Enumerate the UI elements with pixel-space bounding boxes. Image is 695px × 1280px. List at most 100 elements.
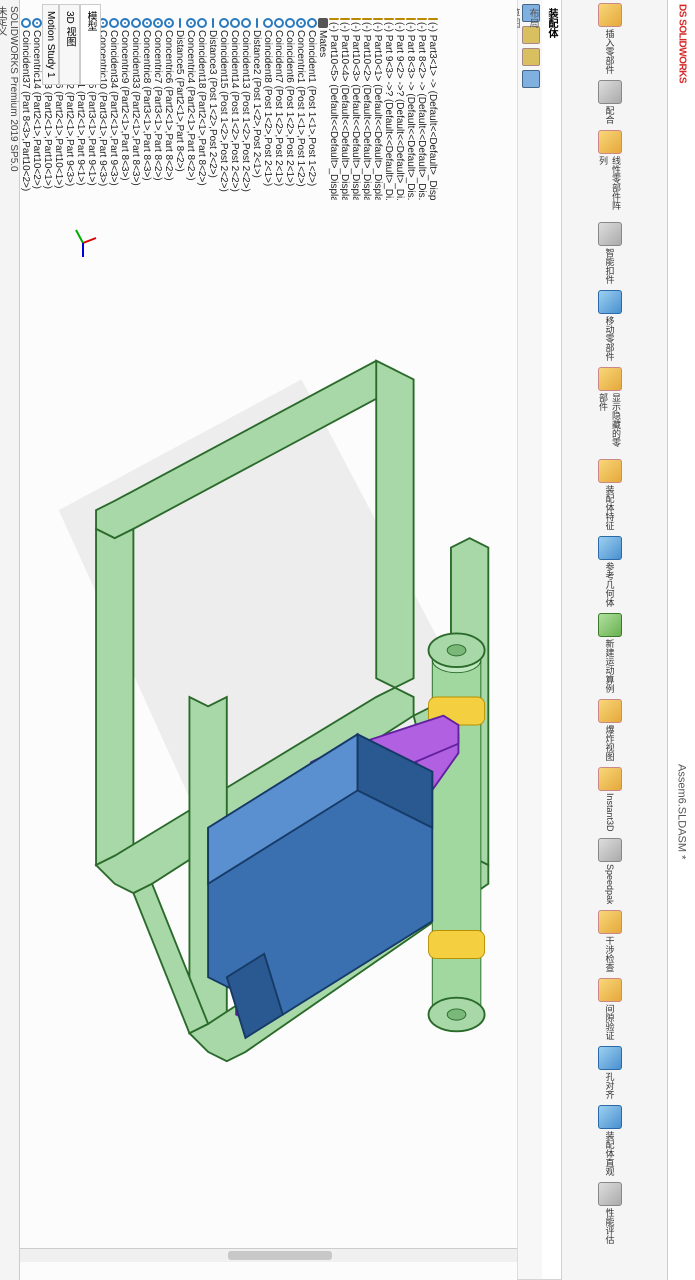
tree-item[interactable]: (-) Part10<2> (Default<<Default>_Display… — [361, 0, 372, 200]
tree-item[interactable]: (-) Part10<4> (Default<<Default>_Display… — [339, 0, 350, 200]
tree-item[interactable]: Distance2 (Post 1<2>,Post 2<1>) — [251, 0, 262, 200]
tree-item-label: (-) Part 8<3> -> (Default<<Default>_Dis.… — [405, 22, 416, 200]
tree-item-label: Coincident15 (Post 1<2>,Post 2<2>) — [218, 30, 229, 192]
part-icon — [340, 18, 350, 20]
ribbon-button-0[interactable]: 插入零部件 — [562, 0, 658, 77]
tree-item[interactable]: Coincident8 (Post 1<2>,Post 2<1>) — [262, 0, 273, 200]
ribbon-icon — [598, 910, 622, 934]
tree-item[interactable]: Concentric1 (Post 1<1>,Post 1<2>) — [295, 0, 306, 200]
tree-item-label: (-) Part 8<2> -> (Default<<Default>_Dis.… — [416, 22, 427, 200]
tree-item-label: Concentric6 (Part2<1>,Part 8<2>) — [163, 30, 174, 181]
tree-item[interactable]: Concentric6 (Part2<1>,Part 8<2>) — [163, 0, 174, 200]
tree-item[interactable]: Concentric4 (Part2<1>,Part 8<2>) — [185, 0, 196, 200]
scrollbar-thumb[interactable] — [228, 1251, 332, 1260]
tree-item[interactable]: Coincident13 (Post 1<2>,Post 2<2>) — [240, 0, 251, 200]
motion-tab[interactable]: 模型 — [80, 4, 101, 85]
ribbon-icon — [598, 130, 622, 154]
status-left-group: SOLIDWORKS Premium 2019 SP5.0 — [8, 6, 19, 1274]
tree-item-label: Concentric9 (Part2<1>,Part 8<3>) — [119, 30, 130, 181]
tree-item[interactable]: (-) Part10<5> (Default<<Default>_Display… — [328, 0, 339, 200]
tree-item[interactable]: Coincident33 (Part2<1>,Part 8<3>) — [130, 0, 141, 200]
motion-tab[interactable]: Motion Study 1 — [42, 4, 59, 85]
ribbon-button-9[interactable]: 爆炸视图 — [562, 696, 658, 764]
tree-item[interactable]: Concentric8 (Part3<1>,Part 8<3>) — [141, 0, 152, 200]
tree-item-label: Coincident7 (Post 1<2>,Post 2<1>) — [273, 30, 284, 186]
ribbon-tab[interactable]: 布局 — [523, 0, 542, 1280]
ribbon-button-5[interactable]: 显示隐藏的零部件 — [562, 364, 658, 456]
ribbon-button-3[interactable]: 智能扣件 — [562, 219, 658, 287]
graphics-viewport[interactable]: (-) Part3<1> -> (Default<<Default>_Displ… — [20, 0, 517, 1280]
ribbon-label: 干涉检查 — [604, 936, 617, 972]
tree-item-label: Concentric4 (Part2<1>,Part 8<2>) — [185, 30, 196, 181]
ribbon-icon — [598, 1105, 622, 1129]
tree-item-label: Distance2 (Post 1<2>,Post 2<1>) — [251, 30, 262, 178]
tree-item[interactable]: (-) Part3<1> -> (Default<<Default>_Displ… — [427, 0, 438, 200]
ribbon-button-16[interactable]: 性能评估 — [562, 1179, 658, 1247]
ribbon-icon — [598, 459, 622, 483]
tree-item-label: Concentric1 (Post 1<1>,Post 1<2>) — [295, 30, 306, 187]
tree-item-label: (-) Part 9<2> ->? (Default<<Default>_Di.… — [394, 22, 405, 200]
coin-icon — [21, 18, 31, 28]
tree-item[interactable]: (-) Part 9<3> ->? (Default<<Default>_Di.… — [383, 0, 394, 200]
ribbon-button-1[interactable]: 配合 — [562, 77, 658, 127]
ribbon-button-4[interactable]: 移动零部件 — [562, 287, 658, 364]
ribbon-button-11[interactable]: Speedpak — [562, 835, 658, 908]
title-bar: DS SOLIDWORKS Assem6.SLDASM * — [667, 0, 695, 1280]
tree-item-label: Mates — [317, 30, 328, 57]
ribbon-button-15[interactable]: 装配体直观 — [562, 1102, 658, 1179]
tree-item[interactable]: Coincident37 (Part 8<3>,Part10<2>) — [20, 0, 31, 200]
tree-item-label: Concentric7 (Part3<1>,Part 8<2>) — [152, 30, 163, 181]
tree-item-label: Coincident13 (Post 1<2>,Post 2<2>) — [240, 30, 251, 192]
part-icon — [362, 18, 372, 20]
tree-item[interactable]: (-) Part10<1> (Default<<Default>_Display… — [372, 0, 383, 200]
tree-item[interactable]: Coincident7 (Post 1<2>,Post 2<1>) — [273, 0, 284, 200]
tree-item[interactable]: Distance5 (Part2<1>,Part 8<2>) — [174, 0, 185, 200]
ribbon-icon — [598, 1182, 622, 1206]
tree-item[interactable]: Mates — [317, 0, 328, 200]
ribbon-button-10[interactable]: Instant3D — [562, 764, 658, 835]
ribbon-label: 显示隐藏的零部件 — [597, 393, 623, 453]
tree-item-label: Concentric8 (Part3<1>,Part 8<3>) — [141, 30, 152, 181]
tree-item[interactable]: Coincident1 (Post 1<1>,Post 1<2>) — [306, 0, 317, 200]
tree-item[interactable]: (-) Part 8<2> -> (Default<<Default>_Dis.… — [416, 0, 427, 200]
ribbon-icon — [598, 3, 622, 27]
tree-item[interactable]: Concentric7 (Part3<1>,Part 8<2>) — [152, 0, 163, 200]
logo-ds-icon: DS — [677, 4, 688, 19]
ribbon-button-13[interactable]: 间隙验证 — [562, 975, 658, 1043]
tree-item-label: Distance5 (Part2<1>,Part 8<2>) — [174, 30, 185, 172]
ribbon-button-8[interactable]: 新建运动算例 — [562, 610, 658, 696]
coin-icon — [307, 18, 317, 28]
tree-item[interactable]: (-) Part 8<3> -> (Default<<Default>_Dis.… — [405, 0, 416, 200]
ribbon-button-6[interactable]: 装配体特征 — [562, 456, 658, 533]
ribbon-label: 装配体直观 — [604, 1131, 617, 1176]
tree-item-label: (-) Part10<1> (Default<<Default>_Display… — [372, 22, 383, 200]
tree-item-label: (-) Part10<4> (Default<<Default>_Display… — [339, 22, 350, 200]
ribbon-label: 插入零部件 — [604, 29, 617, 74]
tree-item-label: Concentric14 (Part2<1>,Part10<2>) — [31, 30, 42, 189]
ribbon-label: 配合 — [604, 106, 617, 124]
tree-item[interactable]: Coincident34 (Part2<1>,Part 9<3>) — [108, 0, 119, 200]
ribbon-label: 智能扣件 — [604, 248, 617, 284]
tree-item[interactable]: Coincident15 (Post 1<2>,Post 2<2>) — [218, 0, 229, 200]
ribbon-button-14[interactable]: 孔对齐 — [562, 1043, 658, 1102]
tree-item[interactable]: Concentric9 (Part2<1>,Part 8<3>) — [119, 0, 130, 200]
ribbon-icon — [598, 367, 622, 391]
tree-item[interactable]: Coincident18 (Part2<1>,Part 8<2>) — [196, 0, 207, 200]
motion-tab[interactable]: 3D 视图 — [59, 4, 80, 85]
ribbon-button-7[interactable]: 参考几何体 — [562, 533, 658, 610]
ribbon-label: 孔对齐 — [604, 1072, 617, 1099]
ribbon-icon — [598, 536, 622, 560]
ribbon-button-2[interactable]: 线性零部件阵列 — [562, 127, 658, 219]
tree-item[interactable]: (-) Part 9<2> ->? (Default<<Default>_Di.… — [394, 0, 405, 200]
tree-item[interactable]: (-) Part10<3> (Default<<Default>_Display… — [350, 0, 361, 200]
tree-item[interactable]: Distance3 (Post 1<2>,Post 2<2>) — [207, 0, 218, 200]
tree-item[interactable]: Concentric14 (Part2<1>,Part10<2>) — [31, 0, 42, 200]
ribbon-button-12[interactable]: 干涉检查 — [562, 907, 658, 975]
tree-item[interactable]: Coincident14 (Post 1<2>,Post 2<2>) — [229, 0, 240, 200]
tree-item[interactable]: Coincident6 (Post 1<2>,Post 2<1>) — [284, 0, 295, 200]
ribbon-tab[interactable]: 装配体 — [542, 0, 561, 1280]
status-middle-group: 未定义 在编辑 装配体 — [0, 6, 8, 1274]
coin-icon — [219, 18, 229, 28]
tree-horizontal-scrollbar[interactable] — [20, 1248, 517, 1262]
dist-icon — [179, 18, 181, 28]
